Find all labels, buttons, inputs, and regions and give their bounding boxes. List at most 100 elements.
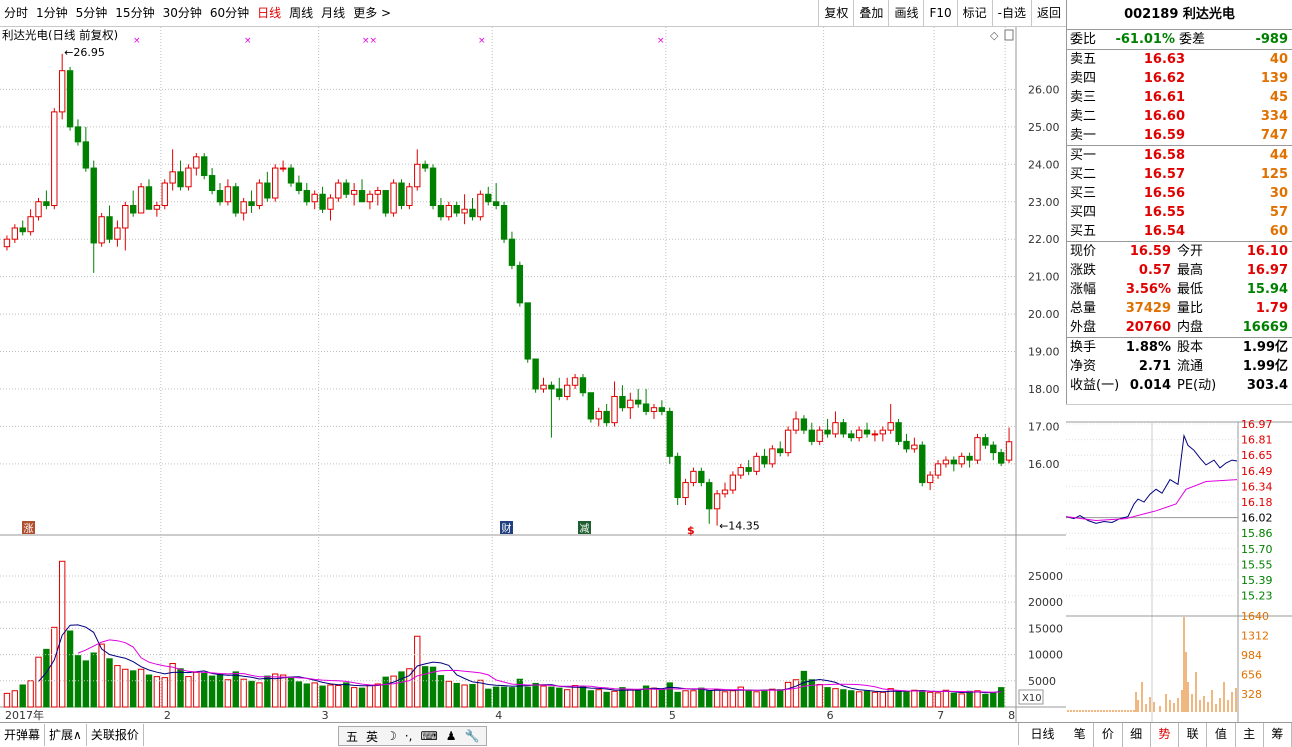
volume-unit: X10	[1022, 693, 1042, 704]
volume-bar	[122, 668, 129, 708]
candle-body	[508, 238, 516, 266]
dividend-marker[interactable]: $	[687, 524, 695, 537]
candle-body	[437, 204, 445, 218]
period-tab-7[interactable]: 周线	[285, 0, 317, 27]
bottom-tab-0[interactable]: 开弹幕	[0, 724, 46, 746]
toolbar-button-5[interactable]: -自选	[991, 0, 1031, 27]
volume-bar	[808, 679, 815, 708]
stat-label: 现价	[1070, 244, 1097, 259]
period-tab-8[interactable]: 月线	[317, 0, 349, 27]
sell-label: 卖二	[1070, 109, 1097, 124]
sell-price: 16.63	[1143, 52, 1185, 67]
volume-bar	[461, 684, 468, 708]
ime-item-2[interactable]: ☽	[382, 729, 401, 743]
volume-bar	[335, 685, 342, 708]
info-marker[interactable]: ×	[133, 36, 141, 46]
toolbar-button-6[interactable]: 返回	[1030, 0, 1066, 27]
volume-bar	[713, 689, 721, 708]
candle-body	[272, 167, 279, 199]
kline-chart[interactable]: 26.00 25.00 24.00 23.00 22.00 21.00 20.00 19.00…	[0, 27, 1066, 722]
candle-body	[919, 444, 926, 484]
volume-bar	[406, 668, 413, 708]
right-tab-7[interactable]: 筹	[1264, 723, 1292, 747]
candle-body	[201, 156, 208, 177]
candle-body	[153, 204, 161, 210]
candle-body	[990, 444, 997, 454]
volume-bar	[990, 691, 997, 708]
candle-body	[674, 455, 681, 499]
info-marker[interactable]: ×	[478, 36, 486, 46]
sell-price: 16.61	[1143, 90, 1185, 105]
candle-body	[974, 437, 981, 461]
stat-row: 涨跌 0.57 最高 16.97	[1067, 261, 1292, 280]
period-tab-0[interactable]: 分时	[0, 0, 32, 27]
volume-bar	[248, 680, 255, 708]
period-tab-3[interactable]: 15分钟	[111, 0, 158, 27]
ime-item-4[interactable]: ⌨	[416, 729, 441, 743]
candle-body	[130, 204, 137, 214]
volume-bar	[816, 683, 823, 708]
volume-bar	[548, 686, 555, 708]
period-tab-4[interactable]: 30分钟	[159, 0, 206, 27]
candle-body	[832, 422, 839, 435]
volume-bar	[90, 652, 97, 708]
toolbar-button-1[interactable]: 叠加	[853, 0, 888, 27]
volume-bar	[343, 682, 350, 708]
volume-bar	[287, 676, 295, 708]
period-tab-6[interactable]: 日线	[253, 0, 285, 27]
ime-item-0[interactable]: 五	[342, 728, 362, 745]
candle-body	[540, 384, 547, 390]
candle-body	[524, 302, 531, 360]
candle-body	[611, 395, 618, 424]
ime-item-5[interactable]: ♟	[442, 729, 461, 743]
candle-body	[469, 208, 476, 218]
volume-bar	[27, 680, 34, 708]
volume-bar	[832, 688, 839, 708]
volume-bar	[942, 689, 950, 708]
toolbar-button-3[interactable]: F10	[923, 0, 956, 27]
right-tab-6[interactable]: 主	[1236, 723, 1264, 747]
diamond-icon[interactable]: ◇	[990, 29, 999, 42]
candle-body	[11, 227, 19, 240]
right-tab-4[interactable]: 联	[1179, 723, 1208, 747]
info-marker[interactable]: ××	[362, 36, 377, 46]
right-tab-5[interactable]: 值	[1207, 723, 1236, 747]
candle-body	[784, 429, 792, 454]
mini-price-tick: 16.81	[1241, 434, 1273, 447]
right-tab-0[interactable]: 笔	[1066, 723, 1095, 747]
intraday-mini-chart[interactable]: 利达光电 16.59 3.56%16.9716.8116.6516.4916.3…	[1066, 404, 1292, 722]
candle-body	[35, 201, 42, 218]
candle-body	[421, 163, 429, 169]
candle-body	[335, 182, 342, 199]
right-tab-1[interactable]: 价	[1094, 723, 1123, 747]
buy-price: 16.57	[1143, 167, 1185, 182]
toolbar-button-0[interactable]: 复权	[818, 0, 853, 27]
toolbar-button-2[interactable]: 画线	[888, 0, 923, 27]
stat-label: 量比	[1177, 301, 1204, 316]
candle-body	[777, 448, 784, 454]
period-tab-1[interactable]: 1分钟	[32, 0, 72, 27]
candle-body	[161, 182, 168, 206]
info-marker[interactable]: ×	[244, 36, 252, 46]
stat-value: 16.59	[1129, 244, 1171, 259]
period-tab-5[interactable]: 60分钟	[206, 0, 253, 27]
candle-body	[319, 193, 326, 210]
ime-item-6[interactable]: 🔧	[461, 729, 484, 743]
candle-body	[682, 482, 689, 499]
toolbar-button-4[interactable]: 标记	[956, 0, 992, 27]
period-tab-9[interactable]: 更多 >	[349, 0, 395, 27]
stat-label: 总量	[1070, 301, 1097, 316]
ime-item-1[interactable]: 英	[362, 728, 382, 745]
fund-value: 1.99亿	[1242, 340, 1288, 355]
info-marker[interactable]: ×	[657, 36, 665, 46]
period-tab-2[interactable]: 5分钟	[72, 0, 112, 27]
right-tab-3[interactable]: 势	[1151, 723, 1179, 747]
volume-bar	[729, 690, 737, 708]
candle-body	[3, 238, 11, 248]
right-tab-2[interactable]: 细	[1123, 723, 1151, 747]
bottom-tab-2[interactable]: 关联报价	[87, 724, 144, 746]
candle-body	[642, 403, 650, 412]
candle-body	[548, 384, 555, 390]
bottom-tab-1[interactable]: 扩展∧	[45, 724, 87, 746]
ime-item-3[interactable]: ·,	[401, 729, 417, 743]
